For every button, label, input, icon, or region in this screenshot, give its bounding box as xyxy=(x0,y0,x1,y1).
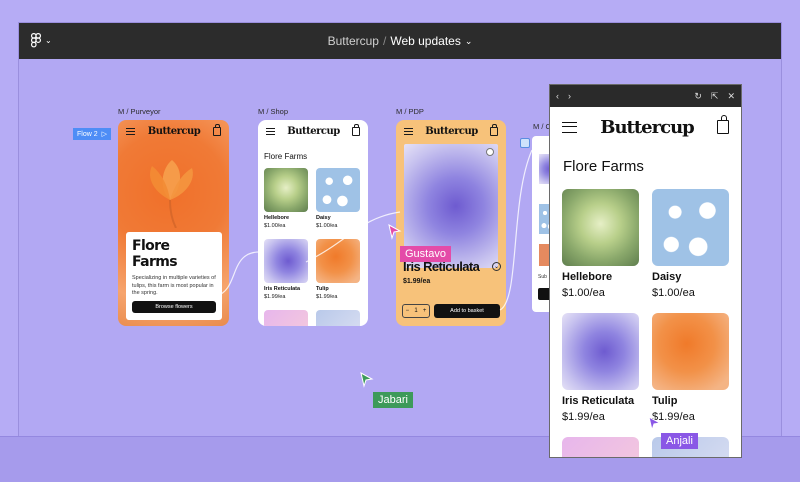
brand-logo: Buttercup xyxy=(287,125,340,137)
chevron-down-icon: ⌄ xyxy=(45,36,52,45)
shop-section-title: Flore Farms xyxy=(264,152,308,161)
brand-logo: Buttercup xyxy=(425,125,478,137)
menu-icon xyxy=(266,127,275,135)
collaborator-cursor-label: Anjali xyxy=(661,433,698,449)
restart-icon[interactable]: ↻ xyxy=(694,91,702,102)
product-price: $1.99/ea xyxy=(264,294,286,300)
project-name[interactable]: Buttercup xyxy=(328,34,379,48)
cursor-arrow-icon xyxy=(360,372,374,388)
frame-header: Buttercup xyxy=(396,120,506,142)
bag-icon xyxy=(489,123,498,136)
subtotal-label: Sub xyxy=(538,274,547,280)
product-price: $1.00/ea xyxy=(316,223,338,229)
collaborator-cursor-label: Gustavo xyxy=(400,246,451,262)
product-tile-hellebore[interactable] xyxy=(264,168,308,212)
file-menu-chevron-icon[interactable]: ⌄ xyxy=(465,36,473,47)
collaborator-cursor-label: Jabari xyxy=(373,392,413,408)
product-tile-tulip[interactable] xyxy=(652,313,729,390)
purveyor-card: Flore Farms Specializing in multiple var… xyxy=(126,232,222,320)
product-price: $1.00/ea xyxy=(264,223,286,229)
frame-header: Buttercup xyxy=(258,120,368,142)
menu-icon xyxy=(126,127,135,135)
cursor-arrow-icon xyxy=(388,224,402,240)
main-menu-button[interactable]: ⌄ xyxy=(31,33,52,48)
flow-starting-point[interactable]: Flow 2 ▷ xyxy=(73,128,112,140)
product-tile-tulip[interactable] xyxy=(316,239,360,283)
frame-label-shop[interactable]: M / Shop xyxy=(258,107,288,116)
frame-header: Buttercup xyxy=(118,120,229,142)
play-icon[interactable]: ▷ xyxy=(102,130,107,138)
brand-logo: Buttercup xyxy=(147,125,201,137)
product-price: $1.99/ea xyxy=(316,294,338,300)
tulip-illustration xyxy=(150,160,193,228)
browse-flowers-button[interactable]: Browse flowers xyxy=(132,301,216,313)
bag-icon xyxy=(351,123,360,136)
product-tile-pink[interactable] xyxy=(264,310,308,326)
breadcrumb-separator: / xyxy=(382,34,387,48)
bag-icon xyxy=(212,123,221,136)
favorite-icon[interactable] xyxy=(486,148,494,156)
breadcrumb: Buttercup / Web updates ⌄ xyxy=(328,34,473,48)
product-name: Hellebore xyxy=(264,215,290,221)
product-name: Tulip xyxy=(652,395,678,407)
product-tile-iris[interactable] xyxy=(264,239,308,283)
frame-icon xyxy=(520,138,530,148)
forward-arrow-icon[interactable]: › xyxy=(568,91,571,101)
flow-label: Flow 2 xyxy=(77,130,98,138)
frame-label-purveyor[interactable]: M / Purveyor xyxy=(118,107,161,116)
frame-shop[interactable]: Buttercup Flore Farms Hellebore Daisy $1… xyxy=(258,120,368,326)
preview-section-title: Flore Farms xyxy=(563,158,644,175)
product-name: Daisy xyxy=(316,215,331,221)
quantity-value: 1 xyxy=(414,308,418,314)
preview-header: Buttercup xyxy=(550,115,741,139)
add-to-basket-button[interactable]: Add to basket xyxy=(434,304,500,318)
product-name: Iris Reticulata xyxy=(264,286,301,292)
brand-logo: Buttercup xyxy=(600,116,694,138)
product-name: Daisy xyxy=(652,271,682,283)
cursor-arrow-icon xyxy=(648,416,662,432)
plus-icon[interactable]: + xyxy=(423,308,427,314)
preview-toolbar: ‹ › ↻ ⇱ ✕ xyxy=(550,85,741,107)
purveyor-title: Flore Farms xyxy=(132,238,178,270)
top-toolbar: ⌄ Buttercup / Web updates ⌄ xyxy=(19,23,781,59)
minus-icon[interactable]: − xyxy=(406,308,410,314)
frame-pdp[interactable]: Buttercup Iris Reticulata ⌄ $1.99/ea Add… xyxy=(396,120,506,326)
product-tile-pink[interactable] xyxy=(562,437,639,457)
quantity-stepper[interactable]: − 1 + xyxy=(402,304,430,318)
product-price: $1.00/ea xyxy=(562,287,605,299)
product-tile-blue[interactable] xyxy=(316,310,360,326)
open-external-icon[interactable]: ⇱ xyxy=(711,91,719,102)
back-arrow-icon[interactable]: ‹ xyxy=(556,91,559,101)
product-name: Hellebore xyxy=(562,271,613,283)
purveyor-description: Specializing in multiple varieties of tu… xyxy=(132,275,216,296)
product-name: Tulip xyxy=(316,286,329,292)
prototype-preview-window[interactable]: ‹ › ↻ ⇱ ✕ Buttercup Flore Farms Hellebor… xyxy=(549,84,742,458)
product-tile-iris[interactable] xyxy=(562,313,639,390)
frame-label-pdp[interactable]: M / PDP xyxy=(396,107,424,116)
product-tile-hellebore[interactable] xyxy=(562,189,639,266)
product-tile-daisy[interactable] xyxy=(652,189,729,266)
file-name[interactable]: Web updates xyxy=(390,34,461,48)
product-price: $1.00/ea xyxy=(652,287,695,299)
menu-icon[interactable] xyxy=(562,121,577,133)
close-icon[interactable]: ✕ xyxy=(727,91,735,102)
product-price: $1.99/ea xyxy=(403,278,431,285)
menu-icon xyxy=(404,127,413,135)
frame-purveyor[interactable]: Buttercup Flore Farms Specializing in mu… xyxy=(118,120,229,326)
figma-logo-icon xyxy=(31,33,42,48)
chevron-down-icon[interactable]: ⌄ xyxy=(492,262,501,271)
product-name: Iris Reticulata xyxy=(562,395,635,407)
bag-icon[interactable] xyxy=(717,115,729,134)
product-price: $1.99/ea xyxy=(562,411,605,423)
product-tile-daisy[interactable] xyxy=(316,168,360,212)
